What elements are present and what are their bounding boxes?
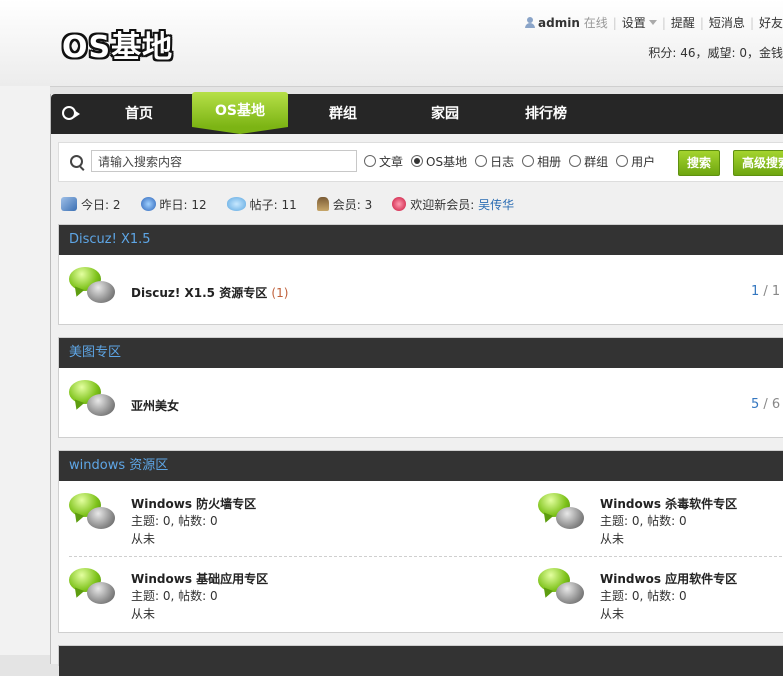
forum-meta: 主题: 0, 帖数: 0 从未 (600, 589, 687, 621)
forum-link[interactable]: Discuz! X1.5 资源专区 (1) (131, 284, 288, 301)
forum-link[interactable]: Windows 基础应用专区 (131, 570, 268, 587)
forum-meta: 主题: 0, 帖数: 0 从未 (131, 514, 218, 546)
forum-icon (69, 267, 117, 311)
nav-home[interactable]: 首页 (111, 94, 167, 134)
radio-groups[interactable]: 群组 (569, 143, 608, 181)
search-button[interactable]: 搜索 (678, 150, 721, 176)
user-credits: 积分: 46，威望: 0，金钱 (648, 46, 783, 60)
heart-icon (392, 197, 407, 211)
advanced-search-button[interactable]: 高级搜索 (733, 150, 783, 176)
site-logo[interactable]: OS基地 (62, 22, 173, 66)
radio-articles[interactable]: 文章 (364, 143, 403, 181)
category-section: Discuz! X1.5 Discuz! X1.5 资源专区 (1) 1 / 1 (58, 224, 783, 325)
radio-albums[interactable]: 相册 (522, 143, 561, 181)
new-member-link[interactable]: 吴传华 (478, 198, 514, 212)
main-content: 首页 OS基地 群组 家园 排行榜 文章OS基地日志相册群组用户 搜索 高级搜索… (50, 92, 783, 676)
nav-os-base[interactable]: OS基地 (192, 92, 288, 134)
search-input[interactable] (91, 150, 357, 172)
chevron-down-icon (648, 20, 657, 25)
radio-os-base[interactable]: OS基地 (411, 143, 467, 181)
header: OS基地 admin 在线 | 设置 | 提醒 | 短消息 | 好友 积分: 46，威望: 0，… (0, 0, 783, 87)
username-link[interactable]: admin (538, 16, 580, 30)
chat-icon (226, 197, 246, 211)
stat-welcome: 欢迎新会员: 吴传华 (392, 195, 514, 215)
online-status: 在线 (583, 16, 608, 30)
search-bar: 文章OS基地日志相册群组用户 搜索 高级搜索 (58, 142, 783, 182)
refresh-icon[interactable] (62, 106, 80, 120)
category-title[interactable]: windows 资源区 (59, 451, 783, 481)
divider (69, 556, 783, 557)
globe-icon (140, 197, 156, 211)
forum-meta: 主题: 0, 帖数: 0 从未 (600, 514, 687, 546)
stat-today: 今日: 2 (61, 195, 121, 215)
forum-link[interactable]: Windows 杀毒软件专区 (600, 495, 737, 512)
category-section: windows 资源区 Windows 防火墙专区 主题: 0, 帖数: 0 从未… (58, 450, 783, 633)
category-title[interactable]: 美图专区 (59, 338, 783, 368)
stat-yesterday: 昨日: 12 (140, 195, 207, 215)
nav-home-space[interactable]: 家园 (417, 94, 473, 134)
search-type-options: 文章 OS基地 日志 相册 群组 用户 (364, 143, 663, 181)
nav-ranking[interactable]: 排行榜 (515, 94, 577, 134)
forum-icon (69, 380, 117, 424)
forum-pages: 1 / 1 (751, 284, 781, 299)
category-title[interactable]: Discuz! X1.5 (59, 225, 783, 255)
forum-link[interactable]: Windows 防火墙专区 (131, 495, 256, 512)
radio-users[interactable]: 用户 (616, 143, 655, 181)
forum-icon (538, 568, 586, 612)
friends-link[interactable]: 好友 (759, 16, 783, 30)
category-section (58, 645, 783, 676)
main-nav: 首页 OS基地 群组 家园 排行榜 (51, 92, 783, 134)
user-icon (525, 17, 536, 28)
nav-groups[interactable]: 群组 (315, 94, 371, 134)
reminders-link[interactable]: 提醒 (671, 16, 695, 30)
settings-menu[interactable]: 设置 (622, 16, 657, 30)
left-gutter (0, 86, 50, 655)
stat-members: 会员: 3 (316, 195, 372, 215)
chart-icon (61, 197, 77, 211)
forum-link[interactable]: 亚州美女 (131, 397, 179, 414)
search-icon (70, 155, 83, 168)
category-title[interactable] (59, 646, 783, 676)
forum-pages: 5 / 6 (751, 397, 781, 412)
forum-today-count: (1) (271, 286, 289, 300)
forum-link[interactable]: Windwos 应用软件专区 (600, 570, 737, 587)
stat-posts: 帖子: 11 (226, 195, 297, 215)
member-icon (316, 197, 329, 211)
messages-link[interactable]: 短消息 (709, 16, 745, 30)
category-section: 美图专区 亚州美女 5 / 6 (58, 337, 783, 438)
forum-icon (69, 493, 117, 537)
user-bar: admin 在线 | 设置 | 提醒 | 短消息 | 好友 (525, 14, 783, 31)
radio-blogs[interactable]: 日志 (475, 143, 514, 181)
forum-icon (69, 568, 117, 612)
forum-icon (538, 493, 586, 537)
forum-meta: 主题: 0, 帖数: 0 从未 (131, 589, 218, 621)
forum-stats: 今日: 2 昨日: 12 帖子: 11 会员: 3 欢迎新会员: 吴传华 (61, 195, 534, 215)
